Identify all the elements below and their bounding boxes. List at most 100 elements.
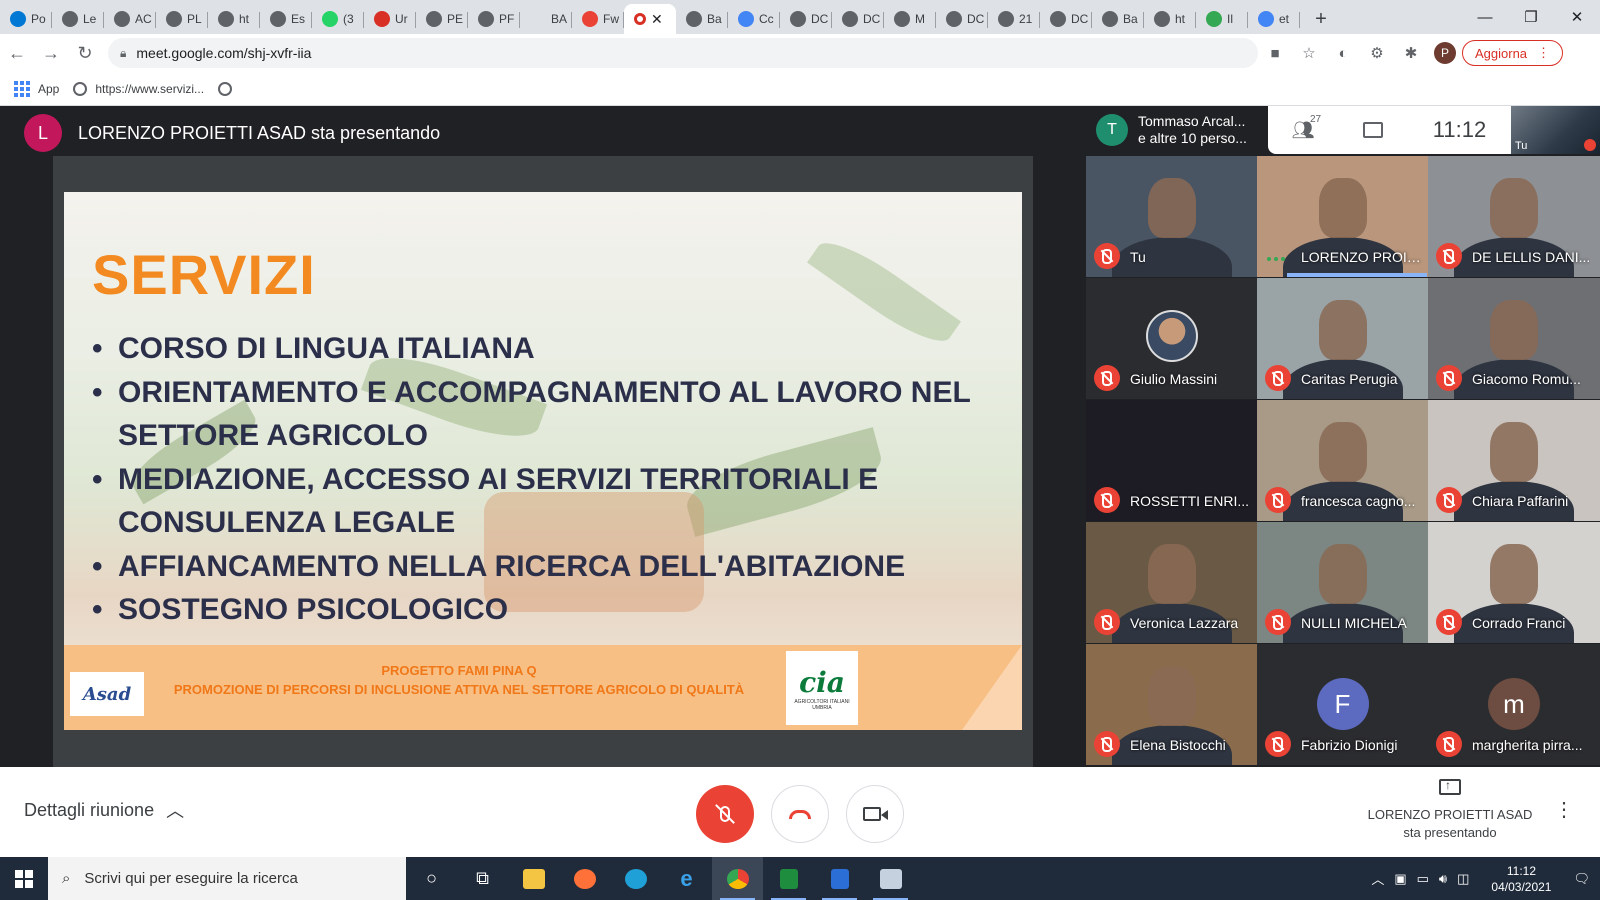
globe-icon [218,81,233,96]
slide-footer-text: PROGETTO FAMI PINA Q PROMOZIONE DI PERCO… [154,661,764,699]
close-tab-icon[interactable]: ✕ [651,11,663,28]
participant-tile[interactable]: LORENZO PROIE... [1257,156,1428,277]
edge-icon[interactable] [610,857,661,900]
tab-label: Es [291,12,306,26]
maximize-button[interactable]: ❐ [1508,0,1554,34]
browser-tab[interactable]: DC [832,4,884,34]
browser-tab[interactable]: DC [1040,4,1092,34]
participant-tile[interactable]: ROSSETTI ENRI... [1086,400,1257,521]
battery-icon[interactable]: ▭ [1417,871,1429,887]
browser-tab[interactable]: Le [52,4,104,34]
taskbar-search-box[interactable]: ⌕ Scrivi qui per eseguire la ricerca [48,857,406,900]
participant-tile[interactable]: m margherita pirra... [1428,644,1600,765]
document-icon[interactable] [814,857,865,900]
firefox-icon[interactable] [559,857,610,900]
browser-tab[interactable]: PF [468,4,520,34]
task-view-icon[interactable]: ⧉ [457,857,508,900]
browser-tab-active[interactable]: ✕ [624,4,676,34]
extension-2-icon[interactable]: ⚙ [1360,36,1394,70]
browser-tab[interactable]: et [1248,4,1300,34]
participant-tile[interactable]: Giulio Massini [1086,278,1257,399]
self-view-thumbnail[interactable]: Tu [1511,106,1600,154]
notifications-icon[interactable]: 🗨︎ [1573,871,1590,887]
browser-tab[interactable]: Ba [1092,4,1144,34]
bookmark-star-icon[interactable]: ☆ [1292,36,1326,70]
browser-tab[interactable]: BA [520,4,572,34]
participant-tile[interactable]: NULLI MICHELA [1257,522,1428,643]
volume-icon[interactable]: 🔊︎ [1439,871,1447,887]
bookmark-servizi[interactable]: https://www.servizi... [73,81,204,96]
network-icon[interactable]: ◫ [1457,871,1469,887]
forward-icon[interactable]: → [34,36,68,70]
participant-tile[interactable]: DE LELLIS DANI... [1428,156,1600,277]
extension-icon[interactable]: ◐ [1326,36,1360,70]
browser-tab[interactable]: Cc [728,4,780,34]
internet-explorer-icon[interactable]: e [661,857,712,900]
globe-icon [166,11,182,27]
file-explorer-icon[interactable] [508,857,559,900]
meeting-details-button[interactable]: Dettagli riunione ︿ [24,797,184,823]
browser-tab[interactable]: 21 [988,4,1040,34]
camera-toggle-button[interactable] [846,785,904,843]
participant-tile[interactable]: Caritas Perugia [1257,278,1428,399]
browser-tab[interactable]: ht [1144,4,1196,34]
new-tab-icon[interactable]: + [1306,4,1336,34]
participant-tile[interactable]: Veronica Lazzara [1086,522,1257,643]
participant-tile[interactable]: F Fabrizio Dionigi [1257,644,1428,765]
browser-tab[interactable]: Fw [572,4,624,34]
camera-in-use-icon[interactable]: ■ [1258,36,1292,70]
browser-tab[interactable]: (3 [312,4,364,34]
google-icon [1258,11,1274,27]
participant-tile[interactable]: francesca cagno... [1257,400,1428,521]
browser-tab[interactable]: PE [416,4,468,34]
browser-tab[interactable]: DC [936,4,988,34]
tab-label: Le [83,12,97,26]
browser-tab[interactable]: AC [104,4,156,34]
chrome-icon[interactable] [712,857,763,900]
participant-tile[interactable]: Chiara Paffarini [1428,400,1600,521]
participant-tile[interactable]: Elena Bistocchi [1086,644,1257,765]
sheets-icon[interactable] [763,857,814,900]
update-label: Aggiorna [1475,45,1528,61]
minimize-button[interactable]: — [1462,0,1508,34]
profile-avatar[interactable]: P [1434,42,1456,64]
bookmark-globe[interactable] [218,81,233,96]
browser-tab[interactable]: Po [0,4,52,34]
participant-tile[interactable]: Corrado Franci [1428,522,1600,643]
browser-tab[interactable]: Ur [364,4,416,34]
slide-bullet-list: CORSO DI LINGUA ITALIANA ORIENTAMENTO E … [92,327,972,632]
address-bar[interactable]: 🔒︎ meet.google.com/shj-xvfr-iia [108,38,1258,68]
participant-tile[interactable]: Tu [1086,156,1257,277]
browser-tab[interactable]: DC [780,4,832,34]
microphone-toggle-button[interactable] [696,785,754,843]
people-button[interactable]: 👥︎ 27 [1268,114,1338,141]
chat-button[interactable] [1338,122,1408,138]
taskbar-clock[interactable]: 11:12 04/03/2021 [1491,863,1551,895]
leave-call-button[interactable] [771,785,829,843]
back-icon[interactable]: ← [0,36,34,70]
pdf-icon[interactable] [865,857,916,900]
browser-tab[interactable]: PL [156,4,208,34]
window-controls: — ❐ ✕ [1462,0,1600,34]
tray-device-icon[interactable]: ▣ [1394,871,1406,887]
browser-tab[interactable]: Ba [676,4,728,34]
browser-tab[interactable]: Il [1196,4,1248,34]
presenting-status: sta presentando [1403,825,1497,840]
update-button[interactable]: Aggiorna ⋮ [1462,40,1564,66]
browser-tab[interactable]: ht [208,4,260,34]
reload-icon[interactable]: ↻ [68,36,102,70]
participant-tile[interactable]: Giacomo Romu... [1428,278,1600,399]
browser-tab[interactable]: Es [260,4,312,34]
cortana-icon[interactable]: ○ [406,857,457,900]
puzzle-icon[interactable]: ✱ [1394,36,1428,70]
more-options-icon[interactable]: ⋮ [1554,797,1574,822]
presentation-slide: SERVIZI CORSO DI LINGUA ITALIANA ORIENTA… [64,192,1022,730]
presenting-info[interactable]: LORENZO PROIETTI ASAD sta presentando [1330,776,1570,842]
windows-start-icon[interactable] [0,857,48,900]
presentation-stage[interactable]: SERVIZI CORSO DI LINGUA ITALIANA ORIENTA… [53,156,1033,767]
tray-chevron-icon[interactable]: ︿ [1371,869,1384,888]
tab-label: Cc [759,12,774,26]
close-window-button[interactable]: ✕ [1554,0,1600,34]
bookmark-apps[interactable]: App [14,80,59,97]
browser-tab[interactable]: M [884,4,936,34]
